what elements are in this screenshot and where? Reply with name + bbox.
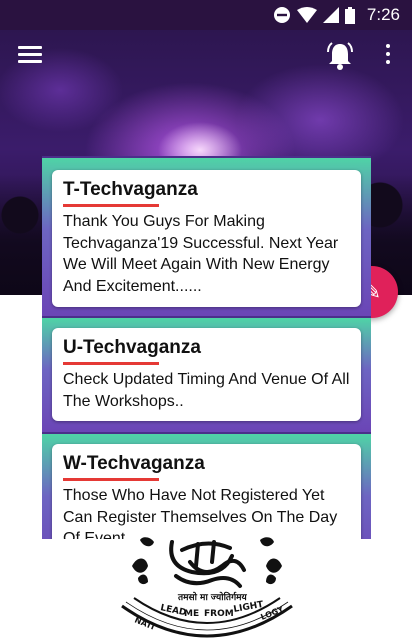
battery-icon [344, 6, 355, 24]
hamburger-menu-icon[interactable] [18, 46, 42, 66]
institute-logo: LEAD ME FROM LIGHT तमसो मा ज्योतिर्गमय N… [112, 536, 302, 639]
wifi-icon [296, 7, 317, 23]
notification-card[interactable]: W-Techvaganza Those Who Have Not Registe… [52, 444, 361, 539]
svg-text:FROM: FROM [204, 609, 234, 619]
svg-text:NATI: NATI [133, 616, 156, 632]
svg-text:ME: ME [184, 609, 199, 619]
svg-text:तमसो मा ज्योतिर्गमय: तमसो मा ज्योतिर्गमय [177, 591, 248, 603]
notification-body: Those Who Have Not Registered Yet Can Re… [63, 487, 338, 539]
do-not-disturb-icon [273, 7, 290, 23]
list-item[interactable]: W-Techvaganza Those Who Have Not Registe… [42, 432, 371, 539]
notification-body: Check Updated Timing And Venue Of All Th… [63, 371, 350, 410]
notification-title: T-Techvaganza [63, 179, 198, 200]
signal-icon [322, 7, 339, 23]
notification-card[interactable]: T-Techvaganza Thank You Guys For Making … [52, 170, 361, 307]
notification-list[interactable]: T-Techvaganza Thank You Guys For Making … [42, 156, 371, 539]
notification-title: U-Techvaganza [63, 337, 201, 358]
title-underline [63, 204, 159, 207]
title-underline [63, 362, 159, 365]
list-item[interactable]: T-Techvaganza Thank You Guys For Making … [42, 156, 371, 316]
bell-ringing-icon[interactable] [324, 40, 356, 72]
title-underline [63, 478, 159, 481]
notification-card[interactable]: U-Techvaganza Check Updated Timing And V… [52, 328, 361, 421]
status-bar: 7:26 [0, 0, 412, 30]
list-item[interactable]: U-Techvaganza Check Updated Timing And V… [42, 316, 371, 432]
notification-title: W-Techvaganza [63, 453, 205, 474]
status-time: 7:26 [366, 5, 400, 24]
notification-body: Thank You Guys For Making Techvaganza'19… [63, 213, 339, 295]
more-vertical-icon[interactable] [382, 44, 394, 70]
